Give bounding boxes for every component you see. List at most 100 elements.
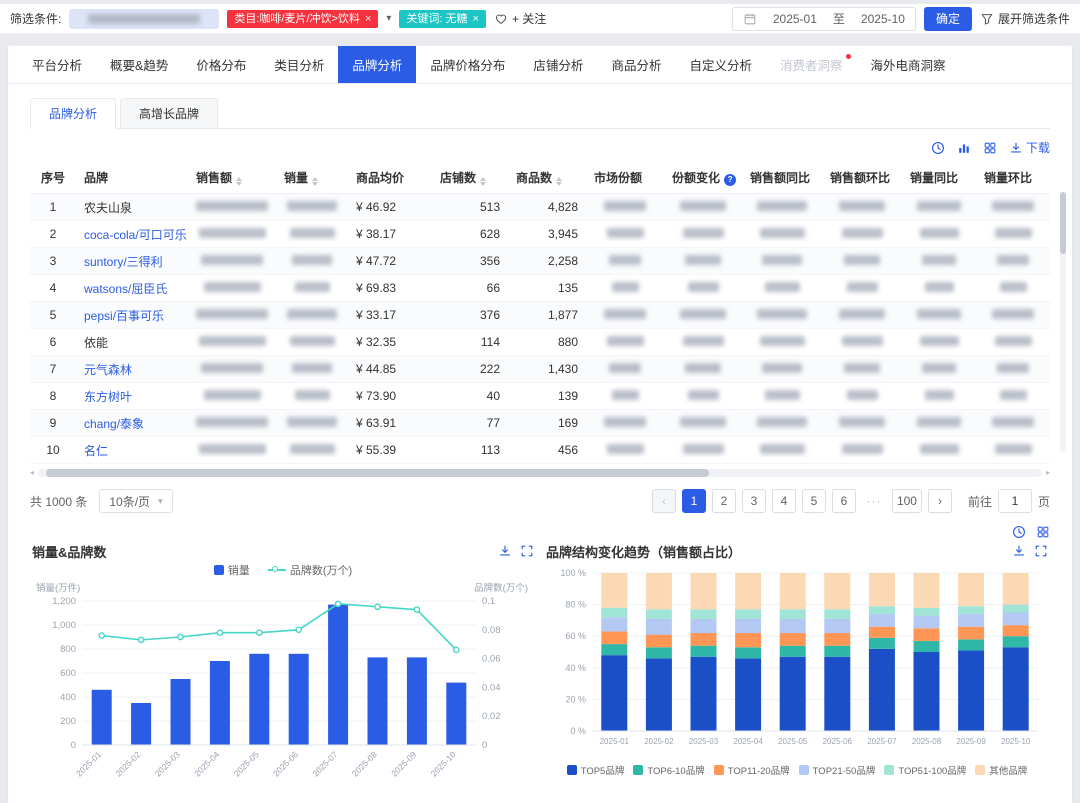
page-size-select[interactable]: 10条/页 ▾	[99, 489, 172, 513]
page-button-2[interactable]: 2	[712, 489, 736, 513]
main-tab-1[interactable]: 平台分析	[18, 46, 96, 83]
page-button-6[interactable]: 6	[832, 489, 856, 513]
download-icon[interactable]	[498, 544, 512, 558]
close-icon[interactable]: ×	[365, 12, 371, 26]
svg-text:2025-05: 2025-05	[778, 737, 808, 746]
page-button-3[interactable]: 3	[742, 489, 766, 513]
brand-link[interactable]: 名仁	[84, 444, 108, 458]
scroll-right-icon[interactable]: ▸	[1046, 468, 1050, 477]
cell-volume_yoy	[902, 275, 976, 302]
legend-item[interactable]: TOP5品牌	[567, 763, 625, 777]
confirm-button[interactable]: 确定	[924, 7, 972, 31]
svg-text:2025-07: 2025-07	[867, 737, 897, 746]
legend-item[interactable]: 其他品牌	[975, 763, 1027, 777]
main-tab-2[interactable]: 概要&趋势	[96, 46, 182, 83]
download-icon[interactable]	[1012, 544, 1026, 558]
horizontal-scrollbar[interactable]	[38, 469, 1042, 477]
main-tab-7[interactable]: 店铺分析	[519, 46, 597, 83]
download-button[interactable]: 下载	[1009, 139, 1050, 156]
scrollbar-thumb[interactable]	[1060, 192, 1066, 254]
brand-link[interactable]: 农夫山泉	[84, 201, 132, 215]
redacted-value	[762, 255, 802, 265]
legend-item[interactable]: 销量	[214, 562, 250, 578]
cell-share	[586, 356, 664, 383]
cell-price: ¥ 73.90	[348, 383, 432, 410]
page-button-100[interactable]: 100	[892, 489, 922, 513]
more-pages-icon[interactable]: ···	[862, 489, 886, 513]
bar-chart-icon[interactable]	[957, 141, 971, 155]
col-header-volume[interactable]: 销量	[276, 162, 348, 194]
vertical-scrollbar[interactable]	[1060, 192, 1066, 452]
expand-filters-button[interactable]: 展开筛选条件	[980, 10, 1070, 27]
page-button-5[interactable]: 5	[802, 489, 826, 513]
date-from-value[interactable]: 2025-01	[773, 12, 817, 26]
prev-page-button[interactable]: ‹	[652, 489, 676, 513]
goto-page-input[interactable]	[998, 489, 1032, 513]
grid-view-icon[interactable]	[1036, 525, 1050, 539]
legend-item[interactable]: TOP11-20品牌	[714, 763, 790, 777]
cell-brand: suntory/三得利	[76, 248, 188, 275]
keyword-filter-tag[interactable]: 关键词: 无糖 ×	[399, 10, 486, 28]
brand-link[interactable]: chang/泰象	[84, 417, 144, 431]
brand-structure-chart-card: 品牌结构变化趋势（销售额占比） 0 %20 %40 %60 %80 %100 %…	[544, 541, 1050, 791]
volume-brand-combo-chart[interactable]: 02004006008001,0001,20000.020.040.060.08…	[32, 579, 532, 791]
col-header-sales[interactable]: 销售额	[188, 162, 276, 194]
brand-link[interactable]: suntory/三得利	[84, 255, 163, 269]
main-tab-3[interactable]: 价格分布	[182, 46, 260, 83]
history-clock-icon[interactable]	[1012, 525, 1026, 539]
sort-icon[interactable]	[480, 177, 486, 186]
brand-link[interactable]: 依能	[84, 336, 108, 350]
main-tab-11[interactable]: 海外电商洞察	[856, 46, 959, 83]
brand-filter-pill[interactable]	[69, 9, 219, 29]
fullscreen-icon[interactable]	[520, 544, 534, 558]
col-header-products[interactable]: 商品数	[508, 162, 586, 194]
next-page-button[interactable]: ›	[928, 489, 952, 513]
category-filter-tag[interactable]: 类目:咖啡/麦片/冲饮>饮料 ×	[227, 10, 378, 28]
main-tab-10[interactable]: 消费者洞察	[766, 46, 857, 83]
legend-item[interactable]: 品牌数(万个)	[268, 562, 352, 578]
cell-brand: 名仁	[76, 437, 188, 464]
sort-icon[interactable]	[236, 177, 242, 186]
close-icon[interactable]: ×	[473, 12, 479, 26]
main-tab-6[interactable]: 品牌价格分布	[416, 46, 519, 83]
scrollbar-thumb[interactable]	[46, 469, 709, 477]
scroll-left-icon[interactable]: ◂	[30, 468, 34, 477]
legend-item[interactable]: TOP51-100品牌	[884, 763, 966, 777]
sub-tab-1[interactable]: 品牌分析	[30, 98, 116, 128]
legend-item[interactable]: TOP21-50品牌	[799, 763, 876, 777]
horizontal-scroll-row: ◂ ▸	[30, 468, 1050, 477]
cell-stores: 376	[432, 302, 508, 329]
brand-link[interactable]: pepsi/百事可乐	[84, 309, 164, 323]
follow-button[interactable]: + 关注	[494, 10, 546, 27]
brand-link[interactable]: coca-cola/可口可乐	[84, 228, 187, 242]
brand-link[interactable]: 元气森林	[84, 363, 132, 377]
date-to-value[interactable]: 2025-10	[861, 12, 905, 26]
brand-structure-stacked-chart[interactable]: 0 %20 %40 %60 %80 %100 %2025-012025-0220…	[546, 561, 1046, 761]
brand-link[interactable]: 东方树叶	[84, 390, 132, 404]
grid-view-icon[interactable]	[983, 141, 997, 155]
cell-volume	[276, 302, 348, 329]
chart-title: 品牌结构变化趋势（销售额占比）	[546, 542, 741, 561]
main-tab-5[interactable]: 品牌分析	[338, 46, 416, 83]
main-tab-4[interactable]: 类目分析	[260, 46, 338, 83]
redacted-value	[760, 444, 805, 454]
chevron-down-icon[interactable]: ▾	[386, 13, 391, 24]
sort-icon[interactable]	[556, 177, 562, 186]
page-button-1[interactable]: 1	[682, 489, 706, 513]
cell-brand: 依能	[76, 329, 188, 356]
page-button-4[interactable]: 4	[772, 489, 796, 513]
legend-item[interactable]: TOP6-10品牌	[633, 763, 704, 777]
info-icon[interactable]: ?	[724, 174, 736, 186]
history-clock-icon[interactable]	[931, 141, 945, 155]
brand-link[interactable]: watsons/屈臣氏	[84, 282, 167, 296]
date-range-picker[interactable]: 2025-01 至 2025-10	[732, 7, 916, 31]
sub-tab-2[interactable]: 高增长品牌	[120, 98, 218, 128]
fullscreen-icon[interactable]	[1034, 544, 1048, 558]
sort-icon[interactable]	[312, 177, 318, 186]
cell-brand: 东方树叶	[76, 383, 188, 410]
main-tab-8[interactable]: 商品分析	[597, 46, 675, 83]
cell-volume	[276, 221, 348, 248]
col-header-stores[interactable]: 店铺数	[432, 162, 508, 194]
main-tab-9[interactable]: 自定义分析	[675, 46, 766, 83]
redacted-value	[847, 282, 878, 292]
